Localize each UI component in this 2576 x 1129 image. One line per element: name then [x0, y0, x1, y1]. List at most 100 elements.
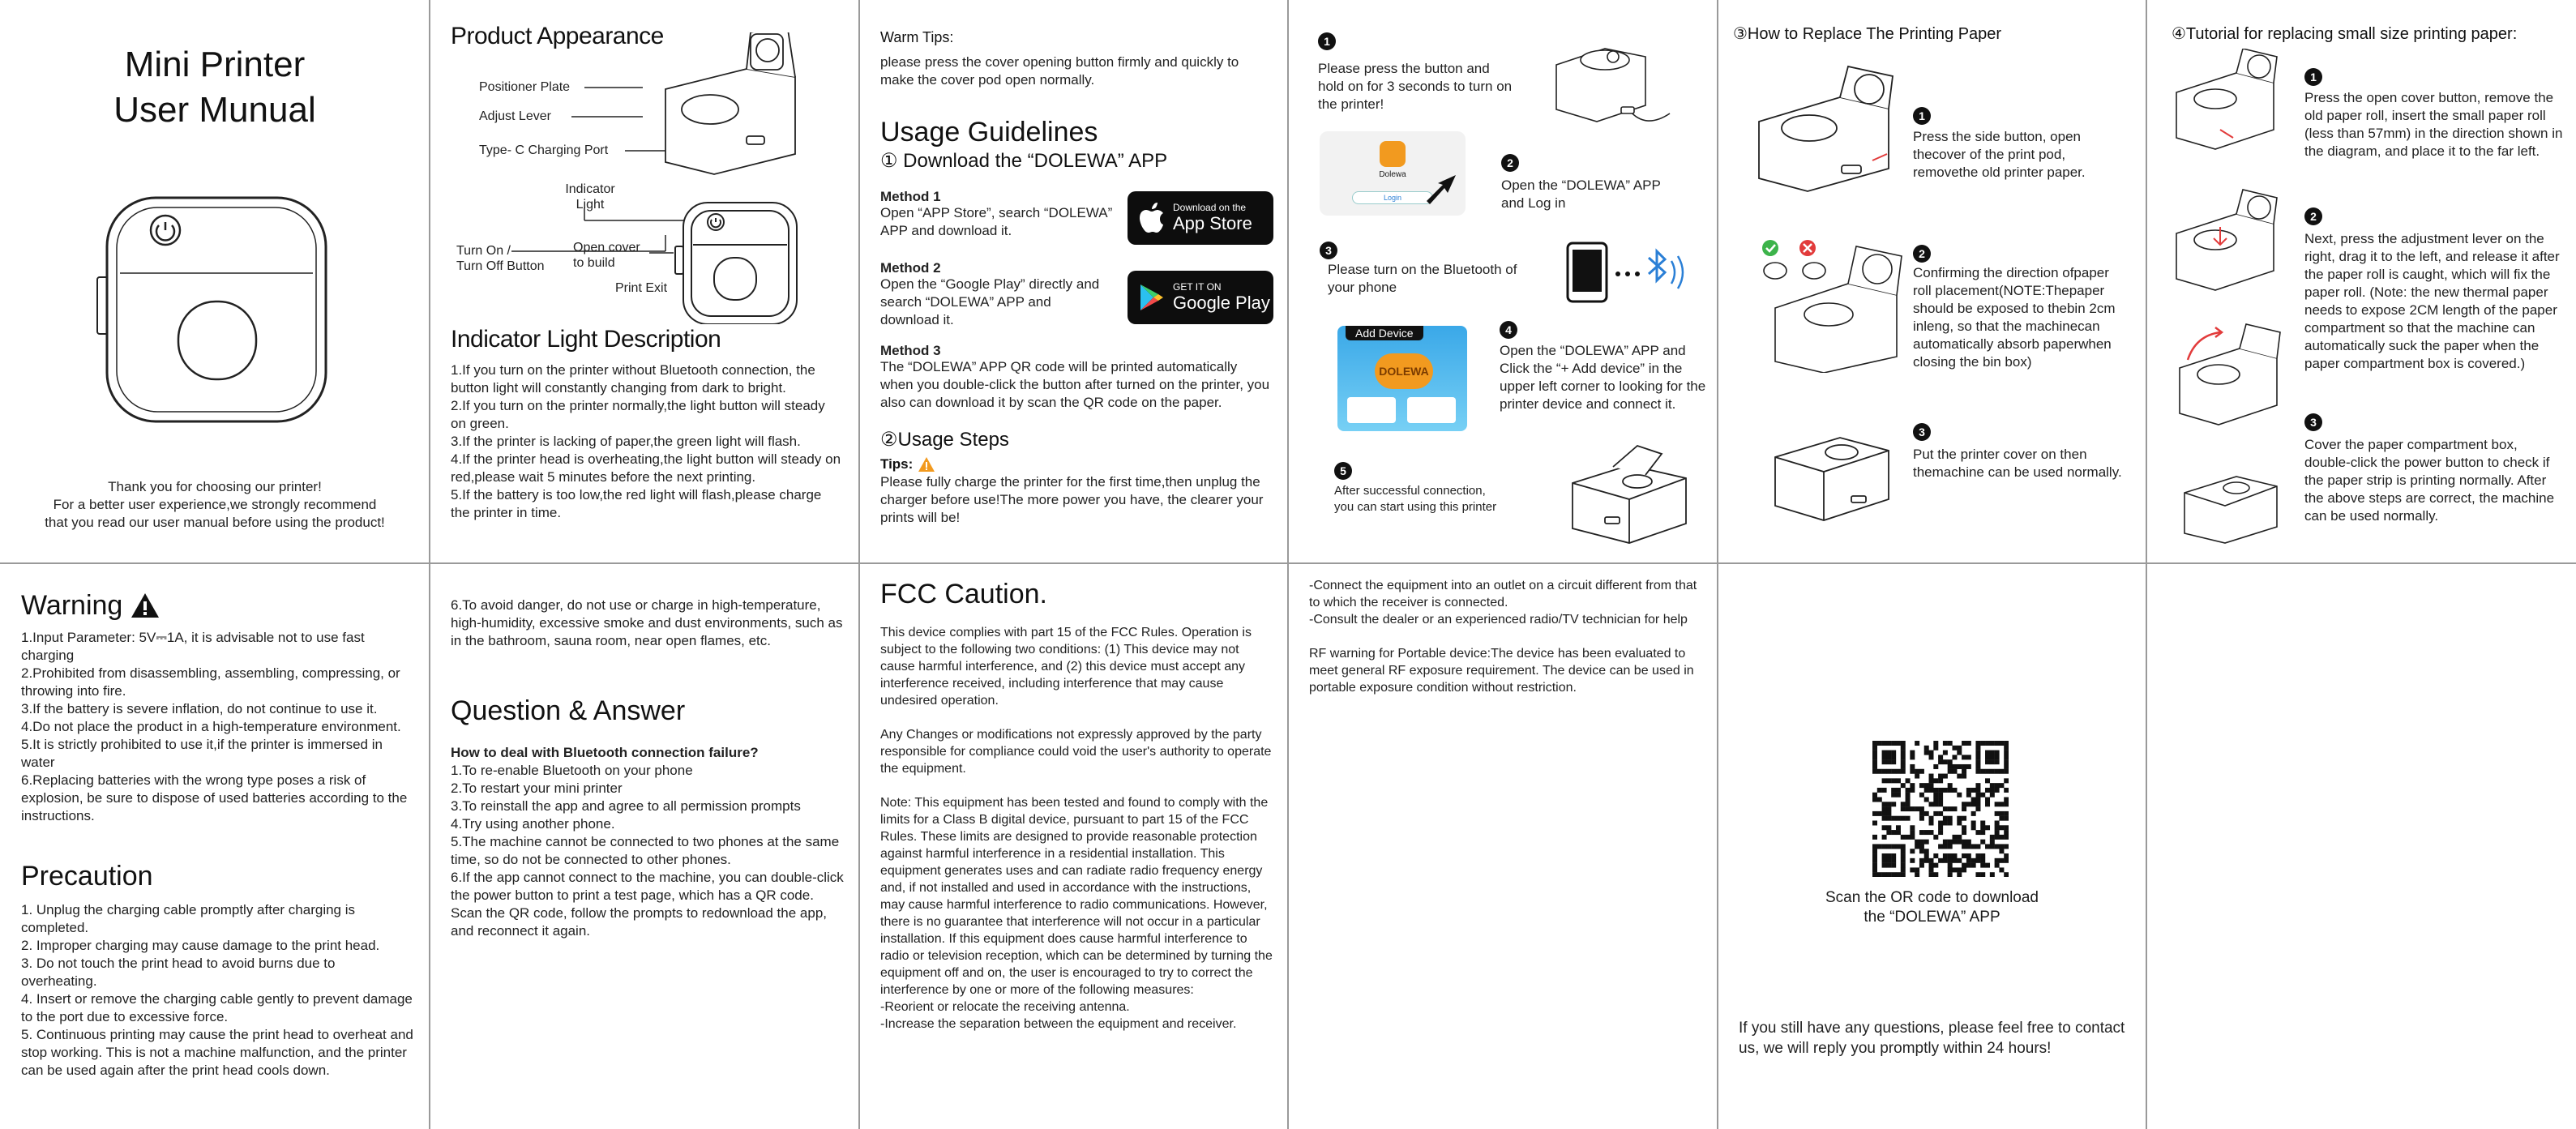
qr-module — [1900, 872, 1906, 877]
qr-module — [1895, 792, 1901, 798]
qr-module — [1900, 755, 1906, 760]
precaution-item: 5. Continuous printing may cause the pri… — [21, 1027, 413, 1078]
warning-title-row: Warning — [21, 588, 160, 622]
qr-module — [1876, 844, 1882, 849]
qr-module — [1910, 825, 1915, 831]
qr-module — [1962, 806, 1967, 812]
app-store-button[interactable]: Download on the App Store — [1128, 191, 1273, 245]
qr-module — [1975, 853, 1981, 859]
qr-module — [1910, 763, 1915, 769]
qr-module — [1928, 867, 1934, 873]
qr-module — [1980, 839, 1986, 845]
qr-module — [2004, 797, 2009, 802]
qr-module — [1999, 741, 2005, 746]
qr-module — [1872, 834, 1877, 840]
qr-module — [1923, 849, 1929, 854]
step-number: 4 — [1500, 321, 1517, 339]
qr-module — [1919, 792, 1924, 798]
qr-module — [1957, 857, 1962, 863]
qr-module — [1966, 844, 1971, 849]
qr-module — [1876, 797, 1882, 802]
qr-module — [1942, 759, 1948, 765]
qr-module — [1891, 792, 1897, 798]
qr-module — [2004, 802, 2009, 807]
indicator-item: 3.If the printer is lacking of paper,the… — [451, 434, 801, 449]
qr-module — [1895, 844, 1901, 849]
qr-module — [1975, 830, 1981, 836]
step-number: 5 — [1334, 462, 1352, 480]
login-button[interactable]: Login — [1352, 191, 1433, 204]
google-play-button[interactable]: GET IT ON Google Play — [1128, 271, 1273, 324]
qr-module — [1947, 815, 1953, 821]
contact-footer: If you still have any questions, please … — [1739, 1020, 2125, 1057]
qr-module — [1971, 857, 1976, 863]
qr-module — [1975, 806, 1981, 812]
qr-module — [1985, 844, 1991, 849]
qr-module — [1985, 862, 1991, 868]
qr-module — [1876, 741, 1882, 746]
tutorial-panel: ④Tutorial for replacing small size print… — [2147, 0, 2576, 562]
qr-module — [1891, 853, 1897, 859]
qr-module — [1881, 787, 1887, 793]
app-login-card: Dolewa Login — [1320, 131, 1466, 216]
method3-text: The “DOLEWA” APP QR code will be printed… — [880, 359, 1270, 410]
qr-module — [1928, 802, 1934, 807]
qr-module — [1962, 755, 1967, 760]
qr-module — [1962, 825, 1967, 831]
qr-module — [1900, 853, 1906, 859]
qr-module — [1994, 857, 2000, 863]
qr-module — [1938, 820, 1944, 826]
qr-module — [1980, 768, 1986, 774]
qr-module — [1872, 853, 1877, 859]
qr-module — [1975, 844, 1981, 849]
qa-answer: 1.To re-enable Bluetooth on your phone — [451, 763, 693, 778]
tutorial-step1-text: Press the open cover button, remove the … — [2304, 90, 2563, 159]
qr-module — [2004, 763, 2009, 769]
rf-warning: RF warning for Portable device:The devic… — [1309, 647, 1694, 695]
qr-module — [1900, 806, 1906, 812]
thanks-line: For a better user experience,we strongly… — [53, 497, 377, 512]
warm-tips-text: please press the cover opening button fi… — [880, 54, 1239, 88]
qr-module — [1938, 773, 1944, 779]
qr-module — [1962, 802, 1967, 807]
qr-module — [1975, 797, 1981, 802]
qr-module — [1957, 763, 1962, 769]
qr-module — [1980, 820, 1986, 826]
qr-module — [1957, 820, 1962, 826]
qr-module — [1923, 787, 1929, 793]
qr-module — [1872, 849, 1877, 854]
qr-module — [1962, 830, 1967, 836]
qr-module — [1994, 810, 2000, 816]
qr-module — [1966, 787, 1971, 793]
precaution-list: 1. Unplug the charging cable promptly af… — [21, 901, 413, 1080]
qr-module — [1910, 783, 1915, 789]
qr-module — [1910, 755, 1915, 760]
qa-answer: 3.To reinstall the app and agree to all … — [451, 798, 801, 814]
qr-module — [1881, 802, 1887, 807]
qr-module — [2004, 853, 2009, 859]
qr-module — [1872, 759, 1877, 765]
tutorial-closed-printer-illustration — [2184, 476, 2278, 544]
qr-module — [1933, 834, 1939, 840]
cover-title: Mini Printer User Munual — [0, 42, 429, 133]
appearance-panel: Product Appearance Positioner Plate Adju… — [430, 0, 858, 562]
qr-module — [1933, 778, 1939, 784]
qr-module — [1923, 745, 1929, 751]
step-number: 2 — [1501, 154, 1519, 172]
qr-module — [1952, 853, 1958, 859]
replace-step3-illustration — [1774, 437, 1889, 521]
add-device-label[interactable]: Add Device — [1346, 326, 1423, 340]
qr-module — [1881, 825, 1887, 831]
tutorial-step3-text: Cover the paper compartment box, double-… — [2304, 437, 2555, 524]
qr-module — [1872, 750, 1877, 755]
app-qr-code[interactable] — [1872, 741, 2009, 877]
qr-module — [1900, 763, 1906, 769]
qr-module — [1985, 787, 1991, 793]
step1-text: Please press the button and hold on for … — [1318, 61, 1513, 112]
qr-module — [1966, 755, 1971, 760]
replace-panel: ③How to Replace The Printing Paper 1 Pre… — [1718, 0, 2146, 562]
qr-module — [1980, 857, 1986, 863]
step-number: 3 — [1913, 423, 1931, 441]
qr-module — [2004, 834, 2009, 840]
tips-text: Please fully charge the printer for the … — [880, 474, 1264, 525]
